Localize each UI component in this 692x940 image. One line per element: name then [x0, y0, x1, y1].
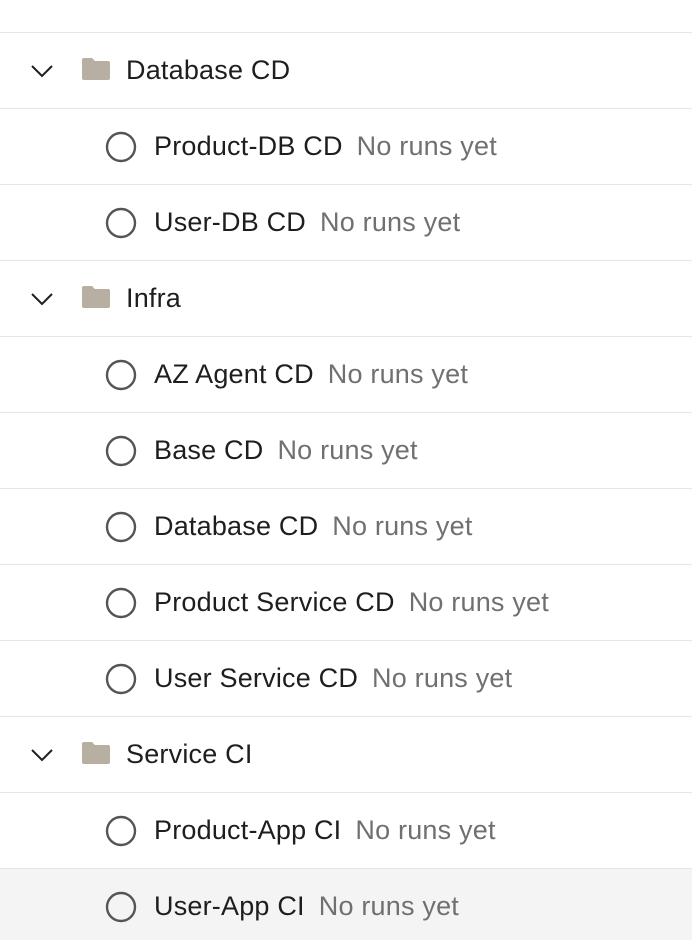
pipeline-name[interactable]: Database CD [154, 511, 318, 541]
folder-icon [82, 285, 110, 308]
pipeline-row[interactable]: User-DB CD No runs yet [0, 185, 692, 261]
pipeline-status: No runs yet [408, 587, 549, 617]
pipeline-status: No runs yet [355, 815, 496, 845]
pipeline-name[interactable]: User Service CD [154, 663, 358, 693]
pipeline-status: No runs yet [356, 131, 497, 161]
folder-name: Infra [126, 283, 182, 313]
chevron-down-icon[interactable] [30, 289, 54, 309]
pipeline-tree: Database CD Product-DB CD No runs yet Use… [0, 0, 692, 940]
pipeline-status: No runs yet [320, 207, 461, 237]
circle-outline-icon [105, 131, 137, 162]
pipeline-name[interactable]: AZ Agent CD [154, 359, 314, 389]
pipeline-name[interactable]: Product Service CD [154, 587, 395, 617]
pipeline-name[interactable]: Product-App CI [154, 815, 341, 845]
folder-icon [82, 741, 110, 764]
pipeline-row[interactable]: User Service CD No runs yet [0, 641, 692, 717]
folder-row-service-ci[interactable]: Service CI [0, 717, 692, 793]
tree-top-divider [0, 0, 692, 33]
folder-icon [82, 57, 110, 80]
circle-outline-icon [105, 511, 137, 542]
pipeline-status: No runs yet [318, 891, 460, 921]
folder-row-database-cd[interactable]: Database CD [0, 33, 692, 109]
folder-row-infra[interactable]: Infra [0, 261, 692, 337]
pipeline-name[interactable]: User-DB CD [154, 207, 306, 237]
pipeline-row[interactable]: AZ Agent CD No runs yet [0, 337, 692, 413]
pipeline-status: No runs yet [277, 435, 418, 465]
circle-outline-icon [105, 207, 137, 238]
folder-name: Service CI [126, 739, 253, 769]
pipeline-name[interactable]: User-App CI [154, 891, 305, 921]
circle-outline-icon [105, 359, 137, 390]
folder-name: Database CD [126, 55, 291, 85]
pipeline-row[interactable]: Database CD No runs yet [0, 489, 692, 565]
pipeline-row[interactable]: Product-DB CD No runs yet [0, 109, 692, 185]
pipeline-status: No runs yet [372, 663, 513, 693]
pipeline-status: No runs yet [327, 359, 469, 389]
pipeline-name[interactable]: Product-DB CD [154, 131, 343, 161]
circle-outline-icon [105, 663, 137, 694]
pipeline-row[interactable]: Product Service CD No runs yet [0, 565, 692, 641]
circle-outline-icon [105, 435, 137, 466]
pipeline-row[interactable]: Product-App CI No runs yet [0, 793, 692, 869]
pipeline-name[interactable]: Base CD [154, 435, 263, 465]
chevron-down-icon[interactable] [30, 61, 54, 81]
circle-outline-icon [105, 587, 137, 618]
pipeline-status: No runs yet [332, 511, 473, 541]
circle-outline-icon [105, 815, 137, 846]
circle-outline-icon [105, 891, 137, 922]
chevron-down-icon[interactable] [30, 745, 54, 765]
pipeline-row[interactable]: Base CD No runs yet [0, 413, 692, 489]
pipeline-row[interactable]: User-App CI No runs yet [0, 869, 692, 940]
